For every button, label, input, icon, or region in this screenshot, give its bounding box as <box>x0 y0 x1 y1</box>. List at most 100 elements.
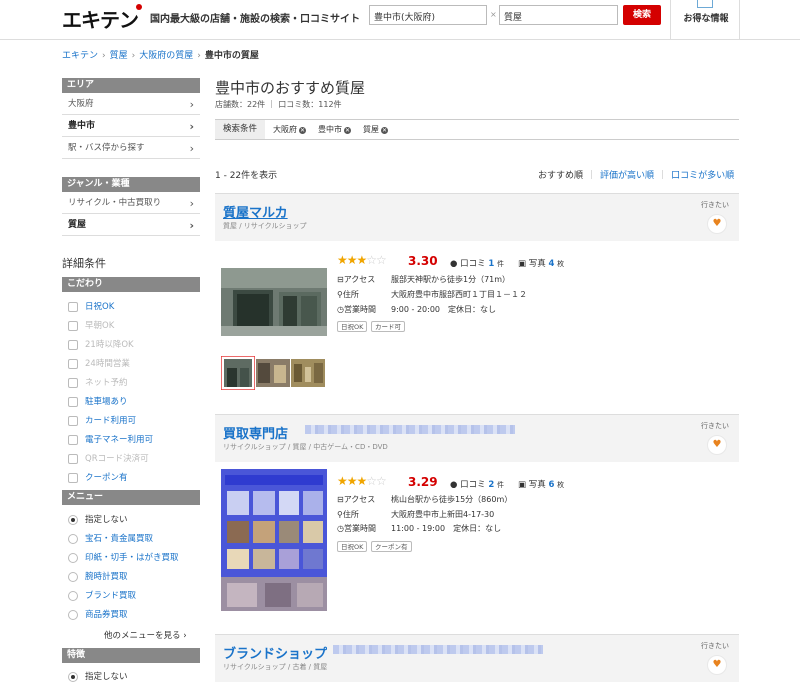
photo-count[interactable]: ▣ 写真 6 枚 <box>518 478 564 490</box>
menu-option[interactable]: ブランド買取 <box>68 587 200 606</box>
more-menu-link[interactable]: 他のメニューを見る › <box>104 629 187 641</box>
listing-photo[interactable] <box>221 469 327 611</box>
option-label: 24時間営業 <box>85 359 130 369</box>
radio-checked-icon[interactable] <box>68 515 78 525</box>
deals-link[interactable]: お得な情報 <box>670 0 740 40</box>
kodawari-option[interactable]: 21時以降OK <box>68 336 200 355</box>
review-count[interactable]: ● 口コミ 2 件 <box>450 478 504 490</box>
listing-name[interactable]: 質屋マルカ <box>223 202 288 221</box>
sidebar-item-station[interactable]: 駅・バス停から探す › <box>62 138 200 159</box>
star-icon: ★★★ <box>337 474 367 488</box>
photo-count[interactable]: ▣ 写真 4 枚 <box>518 257 564 269</box>
kodawari-option[interactable]: 日祝OK <box>68 298 200 317</box>
photos-label: 写真 <box>528 480 546 490</box>
kodawari-option[interactable]: 24時間営業 <box>68 355 200 374</box>
checkbox-icon[interactable] <box>68 473 78 483</box>
sidebar-item-toyonaka[interactable]: 豊中市 › <box>62 116 200 137</box>
listing-name[interactable]: 買取専門店 <box>223 423 288 442</box>
option-label: 指定しない <box>85 515 128 525</box>
breadcrumb-link[interactable]: 質屋 <box>110 51 128 61</box>
thumbnail[interactable] <box>291 359 325 393</box>
option-label: 腕時計買取 <box>85 572 128 582</box>
sort-rating[interactable]: 評価が高い順 <box>600 171 654 181</box>
breadcrumb-link[interactable]: エキテン <box>62 51 98 61</box>
checkbox-icon[interactable] <box>68 397 78 407</box>
camera-icon: ▣ <box>518 480 527 490</box>
chip-label: 質屋 <box>363 125 379 134</box>
breadcrumb-link[interactable]: 大阪府の質屋 <box>139 51 193 61</box>
checkbox-icon[interactable] <box>68 416 78 426</box>
obscured-name <box>333 645 543 654</box>
kodawari-option[interactable]: QRコード決済可 <box>68 450 200 469</box>
chevron-right-icon: › <box>189 219 194 232</box>
filter-chip[interactable]: 質屋 ✕ <box>363 124 388 135</box>
want-to-go-button[interactable]: ♥ <box>707 214 727 234</box>
kodawari-option[interactable]: クーポン有 <box>68 469 200 488</box>
feature-tag: カード可 <box>371 321 405 332</box>
sort-reviews[interactable]: 口コミが多い順 <box>671 171 734 181</box>
radio-icon[interactable] <box>68 534 78 544</box>
sidebar-item-recycle[interactable]: リサイクル・中古買取り › <box>62 193 200 214</box>
remove-filter-icon[interactable]: ✕ <box>299 127 306 134</box>
thumbnail[interactable] <box>256 359 290 393</box>
menu-option[interactable]: 商品券買取 <box>68 606 200 625</box>
tokucho-option[interactable]: 指定しない <box>68 668 200 687</box>
keyword-search-input[interactable]: 質屋 <box>499 5 618 25</box>
genre-section-header: ジャンル・業種 <box>62 177 200 192</box>
filter-chip[interactable]: 豊中市 ✕ <box>318 124 351 135</box>
kodawari-option[interactable]: 電子マネー利用可 <box>68 431 200 450</box>
tokucho-section-header: 特徴 <box>62 648 200 663</box>
obscured-name <box>305 425 515 434</box>
sort-recommended[interactable]: おすすめ順 <box>538 171 583 181</box>
checkbox-icon[interactable] <box>68 454 78 464</box>
address-label: ⚲住所 <box>337 510 359 519</box>
sidebar-item-label: 豊中市 <box>68 121 96 131</box>
checkbox-icon[interactable] <box>68 321 78 331</box>
want-to-go-button[interactable]: ♥ <box>707 435 727 455</box>
listing-name[interactable]: ブランドショップ <box>223 643 327 662</box>
filter-chip[interactable]: 大阪府 ✕ <box>273 124 306 135</box>
want-to-go-button[interactable]: ♥ <box>707 655 727 675</box>
remove-filter-icon[interactable]: ✕ <box>381 127 388 134</box>
logo-text[interactable]: エキテン <box>62 8 139 32</box>
listing-photo[interactable] <box>221 268 327 336</box>
kodawari-option[interactable]: カード利用可 <box>68 412 200 431</box>
reviews-label: 口コミ <box>460 259 486 269</box>
radio-icon[interactable] <box>68 572 78 582</box>
menu-option[interactable]: 宝石・貴金属買取 <box>68 530 200 549</box>
clock-icon: ◷ <box>337 524 344 533</box>
star-rating: ★★★☆☆ <box>337 474 387 488</box>
checkbox-icon[interactable] <box>68 359 78 369</box>
feature-tag: 日祝OK <box>337 321 368 332</box>
review-count[interactable]: ● 口コミ 1 件 <box>450 257 504 269</box>
checkbox-icon[interactable] <box>68 302 78 312</box>
area-search-input[interactable]: 豊中市(大阪府) <box>369 5 487 25</box>
listing-category: 質屋 / リサイクルショップ <box>223 222 307 230</box>
kodawari-option[interactable]: ネット予約 <box>68 374 200 393</box>
radio-icon[interactable] <box>68 591 78 601</box>
checkbox-icon[interactable] <box>68 435 78 445</box>
star-rating: ★★★☆☆ <box>337 253 387 267</box>
result-counts: 店舗数：22件 ｜ 口コミ数：112件 <box>215 100 342 109</box>
sidebar-item-osaka[interactable]: 大阪府 › <box>62 94 200 115</box>
menu-option[interactable]: 印紙・切手・はがき買取 <box>68 549 200 568</box>
reviews-unit: 件 <box>496 481 504 489</box>
kodawari-option[interactable]: 早朝OK <box>68 317 200 336</box>
thumbnail-selected[interactable] <box>221 356 255 390</box>
star-empty-icon: ☆☆ <box>366 474 386 488</box>
site-logo[interactable]: エキテン <box>62 4 142 32</box>
logo-dot-icon <box>136 4 142 10</box>
sidebar-item-shichiya[interactable]: 質屋 › <box>62 215 200 236</box>
radio-icon[interactable] <box>68 610 78 620</box>
search-button[interactable]: 検索 <box>623 5 661 25</box>
menu-option[interactable]: 指定しない <box>68 511 200 530</box>
checkbox-icon[interactable] <box>68 340 78 350</box>
remove-filter-icon[interactable]: ✕ <box>344 127 351 134</box>
checkbox-icon[interactable] <box>68 378 78 388</box>
access-value: 桃山台駅から徒歩15分（860m） <box>391 495 513 504</box>
deals-label: お得な情報 <box>683 14 729 24</box>
radio-icon[interactable] <box>68 553 78 563</box>
search-separator: × <box>490 10 497 19</box>
kodawari-option[interactable]: 駐車場あり <box>68 393 200 412</box>
menu-option[interactable]: 腕時計買取 <box>68 568 200 587</box>
